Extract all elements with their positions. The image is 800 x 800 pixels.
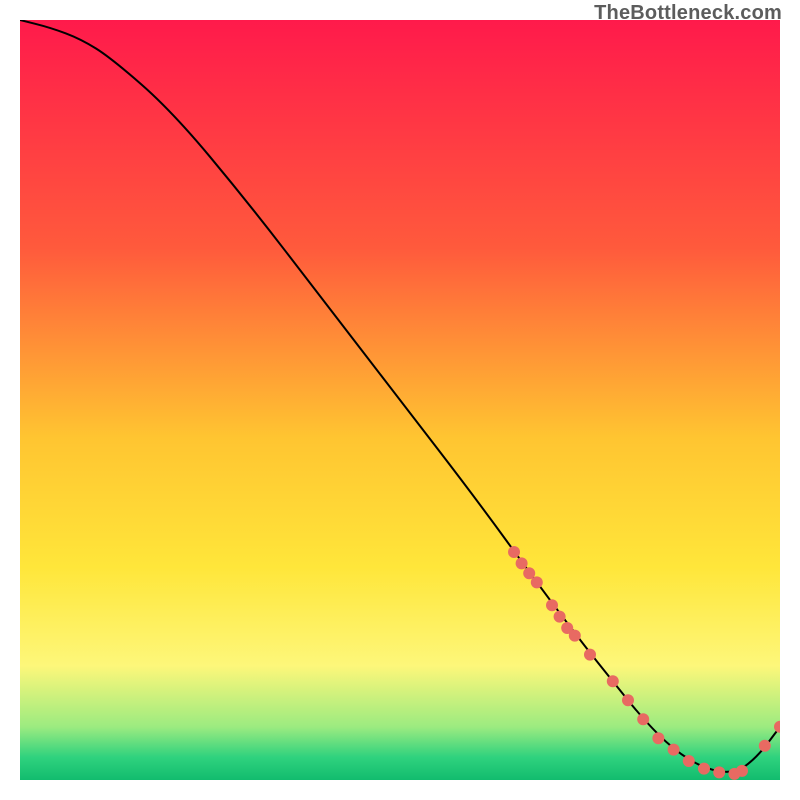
marker-dot: [584, 649, 596, 661]
chart-plot-area: [20, 20, 780, 780]
chart-stage: TheBottleneck.com: [0, 0, 800, 800]
marker-dot: [759, 740, 771, 752]
marker-dot: [531, 576, 543, 588]
marker-dot: [637, 713, 649, 725]
marker-dot: [668, 744, 680, 756]
marker-dot: [683, 755, 695, 767]
marker-dot: [652, 732, 664, 744]
marker-dot: [546, 599, 558, 611]
chart-svg: [20, 20, 780, 780]
marker-dot: [736, 765, 748, 777]
marker-dot: [713, 766, 725, 778]
marker-dot: [622, 694, 634, 706]
marker-dot: [516, 557, 528, 569]
marker-dot: [554, 611, 566, 623]
marker-dot: [569, 630, 581, 642]
marker-dot: [607, 675, 619, 687]
marker-dot: [508, 546, 520, 558]
marker-dot: [698, 763, 710, 775]
